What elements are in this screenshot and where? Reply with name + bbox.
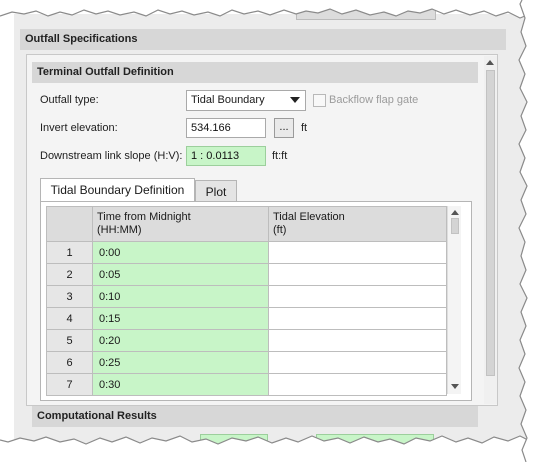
table-scrollbar[interactable]: [447, 206, 461, 394]
table-row: 1 0:00: [46, 241, 447, 264]
table-row: 4 0:15: [46, 307, 447, 330]
backflow-flap-gate-checkbox[interactable]: [313, 94, 326, 107]
outfall-specifications-header[interactable]: Outfall Specifications: [20, 29, 506, 50]
column-header-time-unit: (HH:MM): [97, 224, 142, 236]
elevation-cell[interactable]: [268, 329, 447, 352]
panel-scrollbar[interactable]: [484, 56, 497, 404]
column-header-elevation-title: Tidal Elevation: [273, 211, 345, 223]
elevation-cell[interactable]: [268, 307, 447, 330]
row-number[interactable]: 7: [46, 373, 93, 396]
table-row: 2 0:05: [46, 263, 447, 286]
downstream-slope-label: Downstream link slope (H:V):: [40, 150, 183, 162]
tab-plot[interactable]: Plot: [195, 180, 237, 201]
row-number[interactable]: 6: [46, 351, 93, 374]
backflow-flap-gate-label: Backflow flap gate: [329, 94, 419, 106]
scroll-up-icon[interactable]: [486, 60, 494, 65]
time-cell[interactable]: 0:10: [92, 285, 269, 308]
time-cell[interactable]: 0:15: [92, 307, 269, 330]
row-number[interactable]: 4: [46, 307, 93, 330]
torn-edge-top: [0, 0, 544, 19]
time-cell[interactable]: 0:25: [92, 351, 269, 374]
table-header-row: Time from Midnight (HH:MM) Tidal Elevati…: [46, 206, 447, 242]
row-number[interactable]: 1: [46, 241, 93, 264]
time-cell[interactable]: 0:30: [92, 373, 269, 396]
outfall-type-dropdown[interactable]: Tidal Boundary: [186, 90, 306, 111]
elevation-cell[interactable]: [268, 373, 447, 396]
table-row: 7 0:30: [46, 373, 447, 396]
row-number[interactable]: 3: [46, 285, 93, 308]
chevron-down-icon[interactable]: [290, 97, 300, 103]
invert-elevation-label: Invert elevation:: [40, 122, 118, 134]
terminal-outfall-definition-header[interactable]: Terminal Outfall Definition: [32, 62, 478, 83]
downstream-slope-input[interactable]: 1 : 0.0113: [186, 146, 266, 166]
time-cell[interactable]: 0:00: [92, 241, 269, 264]
scroll-down-icon[interactable]: [451, 384, 459, 389]
table-row: 3 0:10: [46, 285, 447, 308]
elevation-cell[interactable]: [268, 263, 447, 286]
tab-tidal-boundary-definition[interactable]: Tidal Boundary Definition: [40, 178, 195, 202]
column-header-elevation-unit: (ft): [273, 224, 287, 236]
column-header-time-title: Time from Midnight: [97, 211, 191, 223]
invert-elevation-unit: ft: [301, 122, 308, 134]
row-number[interactable]: 2: [46, 263, 93, 286]
column-header-time[interactable]: Time from Midnight (HH:MM): [92, 206, 269, 242]
time-cell[interactable]: 0:20: [92, 329, 269, 352]
invert-elevation-browse-button[interactable]: ...: [274, 118, 294, 138]
computational-results-header[interactable]: Computational Results: [32, 406, 478, 427]
time-cell[interactable]: 0:05: [92, 263, 269, 286]
tidal-boundary-table: Time from Midnight (HH:MM) Tidal Elevati…: [46, 206, 447, 396]
torn-edge-right: [518, 0, 544, 462]
outfall-type-value: Tidal Boundary: [191, 94, 265, 106]
table-row: 6 0:25: [46, 351, 447, 374]
elevation-cell[interactable]: [268, 285, 447, 308]
elevation-cell[interactable]: [268, 351, 447, 374]
torn-edge-bottom: [0, 435, 544, 462]
table-corner-cell[interactable]: [46, 206, 93, 242]
scrollbar-thumb[interactable]: [486, 70, 495, 376]
row-number[interactable]: 5: [46, 329, 93, 352]
invert-elevation-input[interactable]: 534.166: [186, 118, 266, 138]
downstream-slope-unit: ft:ft: [272, 150, 288, 162]
table-scrollbar-thumb[interactable]: [451, 218, 459, 234]
scroll-up-icon[interactable]: [451, 210, 459, 215]
table-row: 5 0:20: [46, 329, 447, 352]
column-header-elevation[interactable]: Tidal Elevation (ft): [268, 206, 447, 242]
outfall-type-label: Outfall type:: [40, 94, 99, 106]
elevation-cell[interactable]: [268, 241, 447, 264]
